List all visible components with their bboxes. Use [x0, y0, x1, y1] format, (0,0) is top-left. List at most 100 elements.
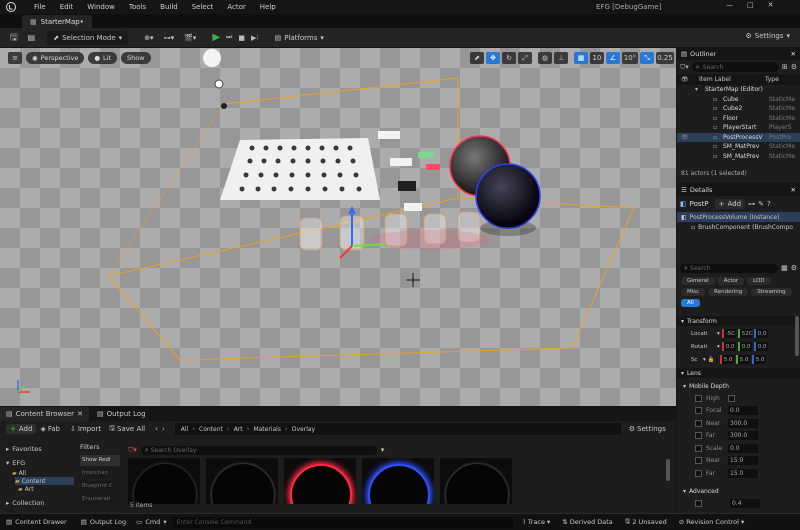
- outliner-row[interactable]: ▫ SM_MatPrev StaticMe: [677, 142, 800, 152]
- fab-button[interactable]: ◈ Fab: [40, 425, 60, 433]
- filter-all[interactable]: All: [681, 299, 700, 307]
- property-value[interactable]: 300.0: [728, 431, 758, 441]
- component-child[interactable]: ▫ BrushComponent (BrushCompo: [677, 222, 800, 232]
- cmd-dropdown[interactable]: ▭ Cmd ▾: [136, 518, 166, 526]
- filter-general[interactable]: General: [681, 277, 715, 285]
- maximize-icon[interactable]: □: [747, 1, 754, 9]
- derived-data-button[interactable]: ⇅ Derived Data: [562, 518, 613, 526]
- filter-item[interactable]: Interchan: [80, 468, 120, 479]
- outliner-search-input[interactable]: ⌕ Search: [691, 62, 779, 72]
- column-type[interactable]: Type: [765, 76, 779, 83]
- scale-tool-icon[interactable]: ⤢: [518, 52, 532, 64]
- rotation-y[interactable]: 0.0: [737, 342, 752, 351]
- show-button[interactable]: Show: [120, 52, 151, 64]
- save-all-button[interactable]: 🖫 Save All: [109, 424, 145, 435]
- content-drawer-button[interactable]: ▤ Content Drawer: [6, 518, 67, 526]
- content-icon[interactable]: ▤: [28, 33, 36, 42]
- viewport-menu-icon[interactable]: ≡: [8, 52, 22, 64]
- world-space-icon[interactable]: ◍: [538, 52, 552, 64]
- menu-item-file[interactable]: File: [34, 3, 46, 11]
- save-icon[interactable]: 🖫: [10, 30, 18, 46]
- asset-thumbnail[interactable]: [440, 458, 512, 504]
- menu-item-tools[interactable]: Tools: [129, 3, 146, 11]
- outliner-row[interactable]: ▫ SM_MatPrev StaticMe: [677, 152, 800, 162]
- tab-output-log[interactable]: ▤ Output Log: [91, 407, 152, 421]
- breadcrumb-item[interactable]: Materials: [253, 426, 281, 433]
- rotate-tool-icon[interactable]: ↻: [502, 52, 516, 64]
- close-icon[interactable]: ✕: [768, 1, 774, 9]
- rotation-snap-value[interactable]: 10°: [622, 52, 638, 64]
- tab-content-browser[interactable]: ▤ Content Browser ✕: [0, 407, 89, 421]
- asset-thumbnail[interactable]: [362, 458, 434, 504]
- menu-item-actor[interactable]: Actor: [227, 3, 245, 11]
- select-tool-icon[interactable]: ⬈: [470, 52, 484, 64]
- lit-button[interactable]: ● Lit: [88, 52, 117, 64]
- rotation-z[interactable]: 0.0: [753, 342, 768, 351]
- console-input[interactable]: Enter Console Command: [172, 516, 513, 528]
- play-options-icon[interactable]: ▶⁝: [251, 34, 259, 42]
- import-button[interactable]: ⇩ Import: [70, 425, 101, 433]
- lens-section[interactable]: ▾ Lens: [677, 368, 800, 378]
- selection-mode-dropdown[interactable]: ⬈ Selection Mode ▾: [47, 30, 129, 45]
- property-checkbox[interactable]: [695, 457, 702, 465]
- content-add-button[interactable]: + Add: [6, 424, 37, 434]
- breadcrumb-item[interactable]: All: [181, 426, 188, 433]
- collection-section[interactable]: ▸ Collection: [6, 497, 74, 509]
- platforms-button[interactable]: ▤ Platforms ▾: [275, 34, 324, 42]
- outliner-row[interactable]: ▫ Cube2 StaticMe: [677, 104, 800, 114]
- details-search-input[interactable]: ⌕ Search: [680, 263, 779, 273]
- perspective-button[interactable]: ◉ Perspective: [26, 52, 85, 64]
- property-checkbox[interactable]: [695, 394, 702, 402]
- scale-snap-value[interactable]: 0.25: [656, 52, 674, 64]
- location-x[interactable]: -5C: [721, 329, 736, 338]
- grid-view-icon[interactable]: ▦: [781, 264, 788, 272]
- filter-streaming[interactable]: Streaming: [751, 288, 792, 296]
- property-checkbox[interactable]: [695, 432, 702, 440]
- back-icon[interactable]: ‹: [155, 425, 158, 433]
- settings-button[interactable]: ⚙ Settings ▾: [745, 32, 790, 40]
- content-settings-button[interactable]: ⚙ Settings: [629, 425, 666, 433]
- gear-icon[interactable]: ⚙: [791, 264, 797, 272]
- menu-item-build[interactable]: Build: [160, 3, 178, 11]
- favorites-section[interactable]: ▸ Favorites: [6, 443, 74, 455]
- filter-icon[interactable]: ⛉▾: [128, 446, 137, 455]
- advanced-section[interactable]: ▾ Advanced: [677, 486, 800, 496]
- property-value[interactable]: 0.0: [728, 443, 758, 453]
- asset-thumbnail[interactable]: [128, 458, 200, 504]
- scale-x[interactable]: 5.0: [719, 355, 734, 364]
- output-log-button[interactable]: ▤ Output Log: [81, 518, 126, 526]
- rotation-x[interactable]: 0.0: [721, 342, 736, 351]
- stop-icon[interactable]: ■: [238, 34, 245, 42]
- filter-item[interactable]: Blueprint C: [80, 481, 120, 492]
- details-scrollbar[interactable]: [795, 316, 799, 356]
- menu-item-select[interactable]: Select: [192, 3, 214, 11]
- scale-snap-icon[interactable]: ⤡: [640, 52, 654, 64]
- rotation-snap-icon[interactable]: ∠: [606, 52, 620, 64]
- property-checkbox[interactable]: [695, 444, 702, 452]
- advanced-checkbox[interactable]: [695, 499, 702, 507]
- property-value[interactable]: 300.0: [728, 418, 758, 428]
- filter-item[interactable]: Enumerati: [80, 494, 120, 505]
- trace-button[interactable]: ⌇ Trace ▾: [523, 518, 551, 526]
- scale-z[interactable]: 5.0: [751, 355, 766, 364]
- add-component-button[interactable]: + Add: [714, 199, 746, 209]
- play-icon[interactable]: ▶: [212, 32, 220, 43]
- filter-icon[interactable]: ⛉▾: [680, 63, 689, 72]
- blueprint-icon[interactable]: ⊶▾: [164, 34, 175, 42]
- efg-section[interactable]: ▾ EFG: [6, 457, 74, 469]
- revision-control-button[interactable]: ⊘ Revision Control ▾: [679, 518, 744, 526]
- close-icon[interactable]: ✕: [77, 410, 83, 418]
- unsaved-button[interactable]: 🖫 2 Unsaved: [625, 517, 667, 528]
- grid-snap-icon[interactable]: ▦: [574, 52, 588, 64]
- filter-misc[interactable]: Misc: [681, 288, 706, 296]
- asset-scrollbar[interactable]: [666, 459, 670, 481]
- property-checkbox[interactable]: [695, 419, 702, 427]
- outliner-row[interactable]: ▫ Floor StaticMe: [677, 114, 800, 124]
- actor-name-field[interactable]: PostP: [690, 200, 712, 208]
- visibility-icon[interactable]: 👁: [681, 76, 699, 83]
- breadcrumb-item[interactable]: Art: [234, 426, 243, 433]
- property-checkbox[interactable]: [695, 407, 702, 415]
- property-value-checkbox[interactable]: [728, 394, 735, 402]
- filter-item[interactable]: Show Redi: [80, 455, 120, 466]
- breadcrumb-item[interactable]: Overlay: [292, 426, 315, 433]
